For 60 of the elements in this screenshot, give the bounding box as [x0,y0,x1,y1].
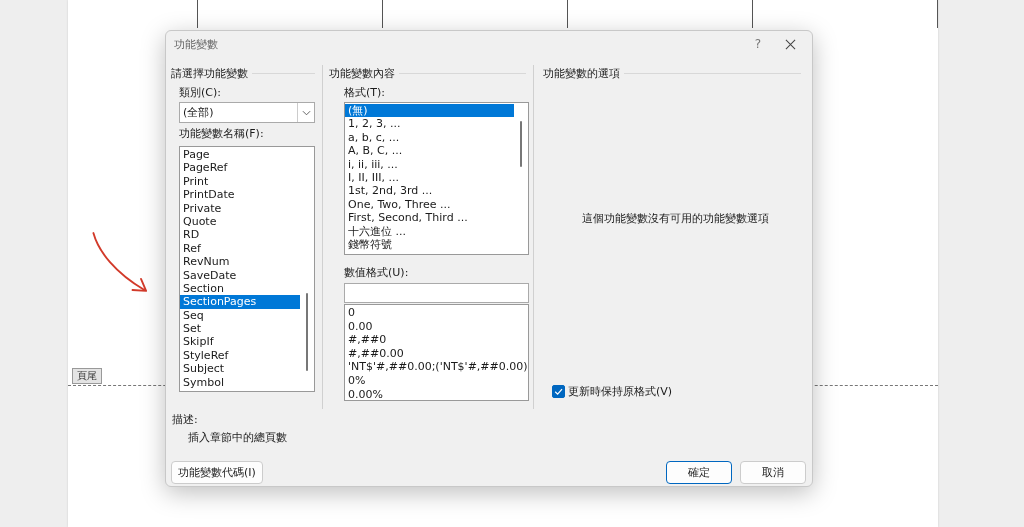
list-item[interactable]: 十六進位 ... [345,224,514,238]
group-title: 功能變數的選項 [543,65,620,81]
list-item[interactable]: 1, 2, 3, ... [345,117,514,131]
list-item[interactable]: i, ii, iii, ... [345,157,514,171]
list-item[interactable]: SkipIf [180,335,300,349]
list-item[interactable]: Subject [180,362,300,376]
list-item[interactable]: Symbol [180,375,300,390]
description-label: 描述: [172,412,199,428]
group-title: 功能變數內容 [329,65,395,81]
list-item[interactable]: RevNum [180,255,300,269]
list-item[interactable]: RD [180,228,300,242]
list-item[interactable]: One, Two, Three ... [345,197,514,212]
list-item[interactable]: 1st, 2nd, 3rd ... [345,184,514,198]
list-item[interactable]: Ref [180,241,300,256]
list-item[interactable]: Private [180,201,300,215]
cancel-button[interactable]: 取消 [740,461,806,484]
list-item[interactable]: Page [180,148,300,162]
list-item[interactable]: a, b, c, ... [345,130,514,145]
list-item[interactable]: Seq [180,308,300,323]
window-title: 功能變數 [174,36,218,52]
number-format-field[interactable] [344,283,529,303]
list-item[interactable]: Quote [180,214,300,229]
field-codes-button[interactable]: 功能變數代碼(I) [171,461,263,484]
number-format-label: 數值格式(U): [344,266,410,280]
list-item[interactable]: PageRef [180,161,300,175]
checkbox[interactable] [552,385,565,398]
category-label: 類別(C): [179,86,222,100]
list-item[interactable]: 0 [345,306,528,320]
list-item[interactable]: SaveDate [180,268,300,282]
list-item[interactable]: Section [180,281,300,296]
list-item[interactable]: First, Second, Third ... [345,211,514,225]
list-item[interactable]: 錢幣符號 [345,237,514,252]
list-item[interactable]: Print [180,174,300,189]
list-item[interactable]: I, II, III, ... [345,170,514,185]
format-label: 格式(T): [344,86,386,100]
footer-tag: 頁尾 [72,368,102,384]
list-item[interactable]: StyleRef [180,348,300,363]
scrollbar-thumb[interactable] [306,293,308,371]
category-dropdown[interactable]: (全部) [179,102,315,123]
list-item[interactable]: A, B, C, ... [345,144,514,158]
help-button[interactable]: ? [754,37,761,51]
field-names-label: 功能變數名稱(F): [179,127,265,141]
group-title: 請選擇功能變數 [171,65,248,81]
description-text: 插入章節中的總頁數 [187,430,288,446]
options-message: 這個功能變數沒有可用的功能變數選項 [581,211,769,226]
list-item[interactable]: #,##0.00 [345,346,528,361]
list-item[interactable]: #,##0 [345,333,528,347]
checkbox-label: 更新時保持原格式(V) [568,384,673,399]
list-item[interactable]: (無) [345,104,514,118]
list-item[interactable]: Set [180,322,300,336]
list-item[interactable]: 0% [345,373,528,388]
ok-button[interactable]: 確定 [666,461,732,484]
chevron-down-icon [301,109,311,116]
list-item[interactable]: 0.00% [345,387,528,400]
list-item[interactable]: PrintDate [180,188,300,202]
close-icon[interactable] [785,38,796,50]
list-item[interactable]: 0.00 [345,319,528,334]
scrollbar-thumb[interactable] [520,121,522,167]
list-item[interactable]: 'NT$'#,##0.00;('NT$'#,##0.00) [345,360,528,374]
list-item[interactable]: SectionPages [180,295,300,309]
